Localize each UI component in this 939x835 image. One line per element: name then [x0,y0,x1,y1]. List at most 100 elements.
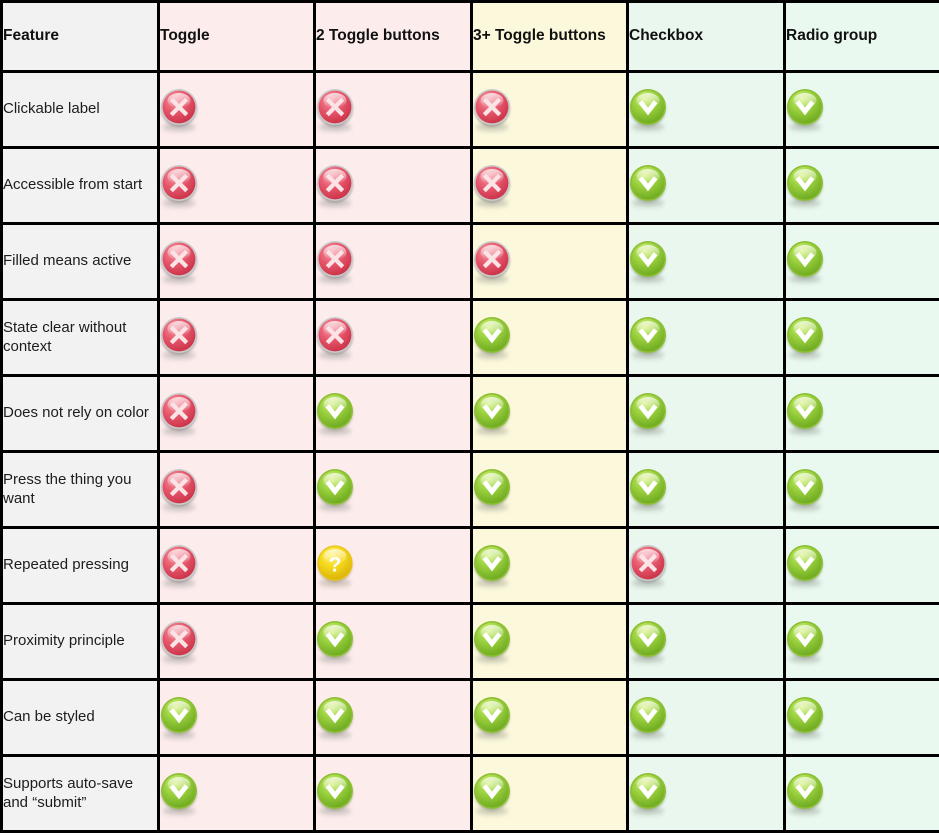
feature-label-cell: Filled means active [0,222,160,301]
table-row: Clickable label [0,70,939,149]
check-icon [316,696,354,734]
column-header-label: Feature [3,27,59,45]
cross-icon [160,620,198,658]
cell-radio [783,222,939,301]
cell-toggle [157,754,316,833]
table-row: Can be styled [0,678,939,757]
table-row: Press the thing you want [0,450,939,529]
table-row: Supports auto-save and “submit” [0,754,939,833]
check-icon [316,468,354,506]
cell-checkbox [626,222,786,301]
feature-label: Press the thing you want [3,471,132,507]
cell-checkbox [626,450,786,529]
check-icon [629,88,667,126]
feature-label: Filled means active [3,252,132,270]
check-icon [473,620,511,658]
check-icon [473,316,511,354]
cell-two [313,298,473,377]
cell-three [470,222,629,301]
check-icon [160,772,198,810]
check-icon [316,392,354,430]
feature-label-cell: Does not rely on color [0,374,160,453]
feature-label: Proximity principle [3,632,125,650]
table-row: Filled means active [0,222,939,301]
check-icon [786,392,824,430]
cell-checkbox [626,70,786,149]
feature-label-cell: Can be styled [0,678,160,757]
column-header-feature: Feature [0,0,160,73]
feature-label-cell: Accessible from start [0,146,160,225]
cross-icon [160,88,198,126]
feature-label: Does not rely on color [3,404,149,422]
feature-label-cell: Repeated pressing [0,526,160,605]
cross-icon [160,316,198,354]
cell-checkbox [626,602,786,681]
cell-toggle [157,146,316,225]
check-icon [629,316,667,354]
cell-two [313,602,473,681]
cell-toggle [157,602,316,681]
check-icon [473,392,511,430]
cell-checkbox [626,298,786,377]
cell-three [470,678,629,757]
header-row: Feature Toggle 2 Toggle buttons 3+ Toggle b… [0,0,939,73]
cell-checkbox [626,374,786,453]
cell-radio [783,374,939,453]
feature-label: Can be styled [3,708,95,726]
cross-icon [473,164,511,202]
check-icon [786,544,824,582]
column-header-label: Checkbox [629,27,704,45]
check-icon [786,772,824,810]
cross-icon [473,240,511,278]
check-icon [316,620,354,658]
check-icon [786,696,824,734]
check-icon [473,696,511,734]
cross-icon [316,316,354,354]
table-row: State clear without context [0,298,939,377]
cell-toggle [157,678,316,757]
column-header-radio: Radio group [783,0,939,73]
check-icon [786,240,824,278]
cell-three [470,146,629,225]
column-header-checkbox: Checkbox [626,0,786,73]
check-icon [786,88,824,126]
check-icon [786,316,824,354]
check-icon [629,696,667,734]
check-icon [629,468,667,506]
svg-text:?: ? [329,553,342,576]
cell-three [470,754,629,833]
feature-comparison-table: Feature Toggle 2 Toggle buttons 3+ Toggle b… [0,0,939,833]
column-header-three: 3+ Toggle buttons [470,0,629,73]
feature-label-cell: State clear without context [0,298,160,377]
cell-radio [783,70,939,149]
cross-icon [473,88,511,126]
cell-toggle [157,298,316,377]
cell-three [470,298,629,377]
feature-label-cell: Press the thing you want [0,450,160,529]
cell-two [313,754,473,833]
cell-radio [783,450,939,529]
cell-checkbox [626,526,786,605]
cell-checkbox [626,754,786,833]
cell-radio [783,526,939,605]
cell-two [313,450,473,529]
check-icon [786,620,824,658]
cross-icon [160,392,198,430]
cell-two [313,70,473,149]
feature-label-cell: Clickable label [0,70,160,149]
feature-label: Clickable label [3,100,100,118]
feature-label: State clear without context [3,319,127,355]
cell-two [313,146,473,225]
cell-two: ? [313,526,473,605]
cell-toggle [157,374,316,453]
feature-label: Accessible from start [3,176,143,194]
table-row: Does not rely on color [0,374,939,453]
feature-label: Supports auto-save and “submit” [3,775,134,811]
cell-three [470,374,629,453]
cell-three [470,526,629,605]
table-row: Proximity principle [0,602,939,681]
cell-radio [783,298,939,377]
cross-icon [160,468,198,506]
column-header-toggle: Toggle [157,0,316,73]
check-icon [473,468,511,506]
